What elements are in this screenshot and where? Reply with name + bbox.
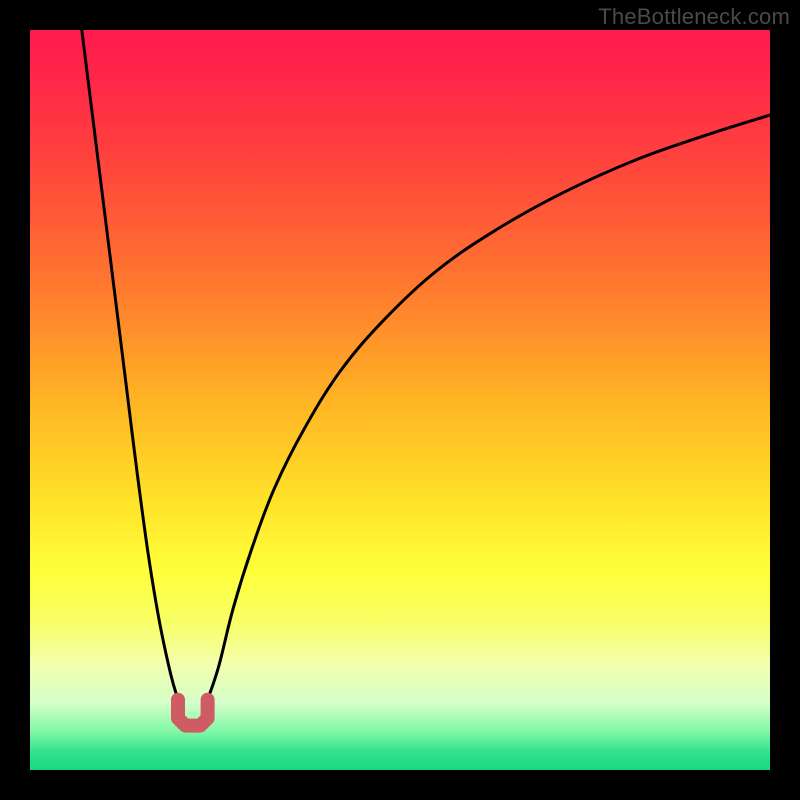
left-branch-curve [82,30,178,700]
watermark-text: TheBottleneck.com [598,4,790,30]
chart-curves [30,30,770,770]
notch-marker [178,700,208,726]
plot-area [30,30,770,770]
right-branch-curve [208,115,770,700]
chart-frame: TheBottleneck.com [0,0,800,800]
